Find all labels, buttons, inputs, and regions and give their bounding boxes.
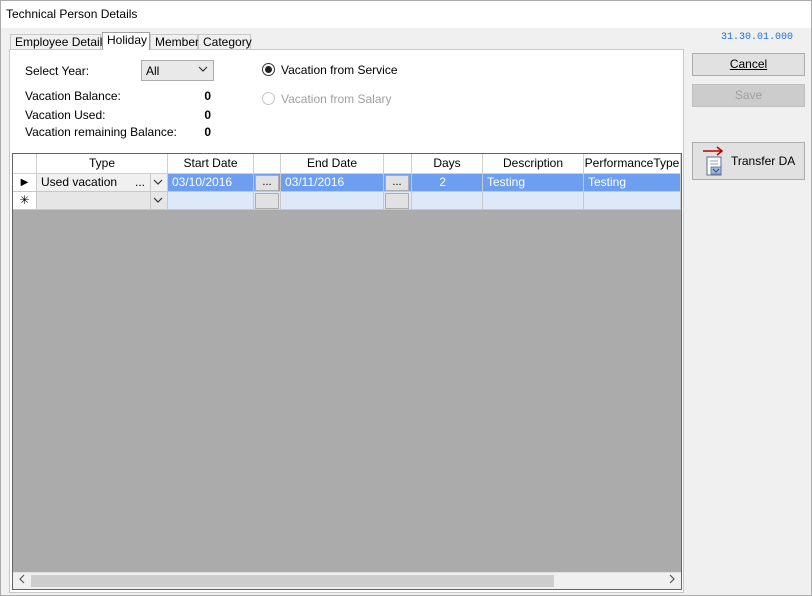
header-start-btn: [254, 154, 281, 174]
year-select-value: All: [146, 64, 160, 78]
cancel-button-label: Cancel: [729, 57, 768, 71]
new-start-date-cell[interactable]: [168, 192, 254, 210]
version-label: 31.30.01.000: [721, 32, 794, 43]
transfer-da-button[interactable]: Transfer DA: [692, 142, 805, 180]
description-cell[interactable]: Testing: [483, 174, 584, 192]
horizontal-scrollbar[interactable]: [13, 572, 681, 589]
new-end-date-cell-wrap: [384, 192, 412, 210]
scroll-left-icon[interactable]: [14, 574, 30, 588]
holiday-panel: Select Year: All Vacation Balance: 0 Vac…: [9, 49, 684, 593]
transfer-document-icon: [701, 146, 727, 181]
new-start-date-cell-wrap: [254, 192, 281, 210]
title-bar: Technical Person Details: [1, 1, 811, 28]
header-performance-type[interactable]: PerformanceType: [584, 154, 681, 174]
vacation-used-label: Vacation Used:: [25, 108, 106, 122]
type-cell-value: Used vacation: [41, 175, 118, 189]
save-button-label: Save: [734, 88, 763, 102]
header-end-date[interactable]: End Date: [281, 154, 384, 174]
scroll-right-icon[interactable]: [664, 574, 680, 588]
year-select[interactable]: All: [141, 60, 214, 81]
end-date-picker-button[interactable]: ...: [385, 175, 409, 191]
new-days-cell[interactable]: [412, 192, 483, 210]
start-date-cell-wrap: ...: [254, 174, 281, 192]
start-date-picker-button[interactable]: ...: [255, 175, 279, 191]
vacation-balance-value: 0: [204, 89, 211, 103]
radio-vacation-from-service-label: Vacation from Service: [281, 63, 398, 77]
current-row-indicator-icon: ▶: [13, 174, 37, 192]
new-performance-type-cell[interactable]: [584, 192, 681, 210]
header-days[interactable]: Days: [412, 154, 483, 174]
header-start-date[interactable]: Start Date: [168, 154, 254, 174]
save-button: Save: [692, 84, 805, 107]
end-date-cell[interactable]: 03/11/2016: [281, 174, 384, 192]
performance-type-cell[interactable]: Testing: [584, 174, 681, 192]
header-type[interactable]: Type: [37, 154, 168, 174]
new-start-date-picker-button[interactable]: [255, 193, 279, 209]
type-cell[interactable]: Used vacation ...: [37, 174, 168, 192]
table-row[interactable]: ▶ Used vacation ... 03/10/2016 ... 03/11…: [13, 174, 681, 192]
radio-vacation-from-salary-label: Vacation from Salary: [281, 92, 392, 106]
select-year-label: Select Year:: [25, 64, 90, 78]
header-row-selector: [13, 154, 37, 174]
new-table-row[interactable]: ✳: [13, 192, 681, 210]
chevron-down-icon[interactable]: [150, 192, 166, 209]
scrollbar-thumb[interactable]: [31, 575, 554, 587]
cancel-button[interactable]: Cancel: [692, 53, 805, 76]
chevron-down-icon[interactable]: [150, 174, 166, 191]
transfer-da-label: Transfer DA: [731, 154, 796, 168]
days-cell[interactable]: 2: [412, 174, 483, 192]
new-end-date-cell[interactable]: [281, 192, 384, 210]
vacation-remaining-value: 0: [204, 125, 211, 139]
end-date-cell-wrap: ...: [384, 174, 412, 192]
vacation-used-value: 0: [204, 108, 211, 122]
new-end-date-picker-button[interactable]: [385, 193, 409, 209]
vacation-balance-label: Vacation Balance:: [25, 89, 121, 103]
window-title: Technical Person Details: [6, 7, 138, 21]
chevron-down-icon: [198, 64, 208, 76]
new-row-indicator-icon: ✳: [13, 192, 37, 210]
tab-holiday[interactable]: Holiday: [102, 32, 150, 50]
vacation-grid[interactable]: Type Start Date End Date Days Descriptio…: [12, 153, 682, 590]
type-ellipsis: ...: [135, 175, 146, 189]
grid-header: Type Start Date End Date Days Descriptio…: [13, 154, 681, 174]
new-type-cell[interactable]: [37, 192, 168, 210]
vacation-remaining-label: Vacation remaining Balance:: [25, 125, 177, 139]
header-description[interactable]: Description: [483, 154, 584, 174]
header-end-btn: [384, 154, 412, 174]
radio-vacation-from-service[interactable]: [262, 63, 275, 76]
technical-person-details-window: Technical Person Details 31.30.01.000 Em…: [0, 0, 812, 596]
start-date-cell[interactable]: 03/10/2016: [168, 174, 254, 192]
radio-vacation-from-salary: [262, 92, 275, 105]
new-description-cell[interactable]: [483, 192, 584, 210]
